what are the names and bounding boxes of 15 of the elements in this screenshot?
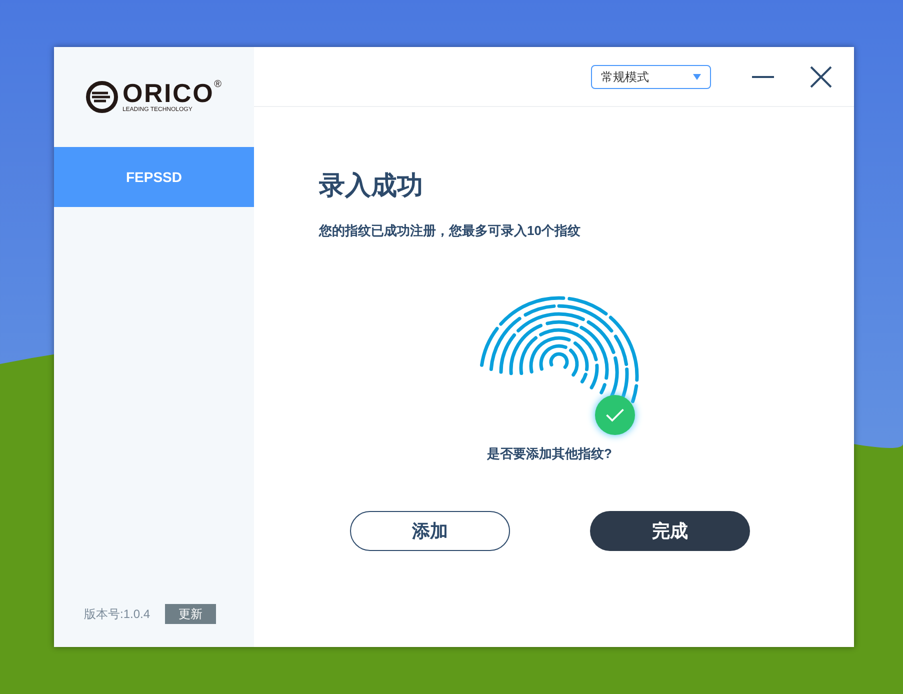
finish-button[interactable]: 完成 [590, 511, 750, 551]
page-title: 录入成功 [319, 169, 424, 201]
add-button[interactable]: 添加 [350, 511, 510, 551]
caret-icon [693, 74, 701, 80]
version-label: 版本号:1.0.4 [84, 606, 150, 623]
check-icon [595, 394, 635, 434]
close-icon[interactable] [810, 66, 832, 88]
mode-select[interactable]: 常规模式 [591, 64, 711, 88]
add-question: 是否要添加其他指纹? [487, 444, 613, 462]
minimize-icon[interactable] [752, 74, 774, 78]
success-message: 您的指纹已成功注册，您最多可录入10个指纹 [319, 222, 582, 240]
brand-name: ORICO [122, 80, 214, 106]
logo-icon [86, 81, 118, 113]
registered-mark: ® [214, 80, 222, 90]
update-button[interactable]: 更新 [165, 604, 216, 624]
